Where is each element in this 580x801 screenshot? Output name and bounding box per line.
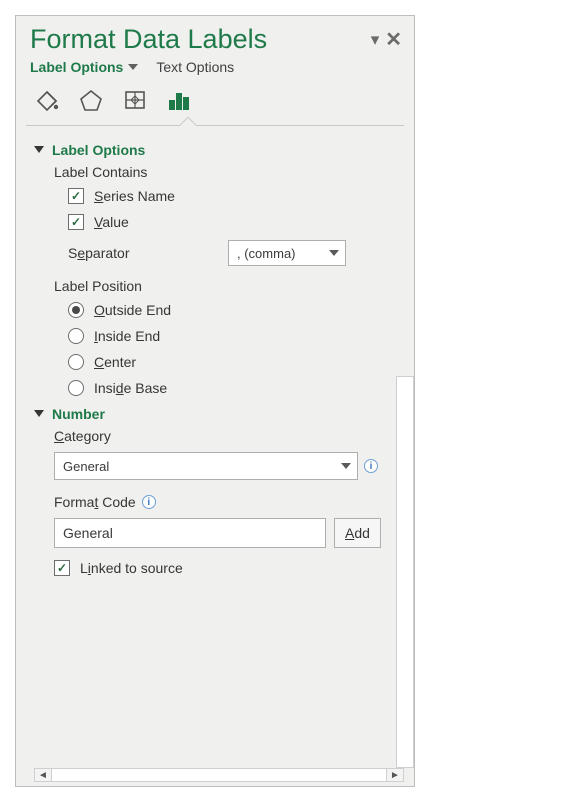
size-properties-icon[interactable] — [118, 85, 152, 115]
tab-label-options[interactable]: Label Options — [30, 59, 138, 75]
radio-inside-base[interactable]: Inside Base — [68, 380, 392, 396]
section-label-options-title: Label Options — [52, 142, 145, 158]
fill-line-icon[interactable] — [30, 85, 64, 115]
checkbox-series-name-label: Series Name — [94, 188, 175, 204]
chevron-down-icon — [329, 250, 339, 256]
task-pane-options-icon[interactable]: ▾ — [371, 31, 380, 48]
collapse-icon — [34, 146, 44, 153]
section-number-title: Number — [52, 406, 105, 422]
separator-value: , (comma) — [237, 246, 296, 261]
separator-dropdown[interactable]: , (comma) — [228, 240, 346, 266]
radio-center[interactable]: Center — [68, 354, 392, 370]
content-area: Label Options Label Contains Series Name… — [16, 126, 396, 768]
format-data-labels-panel: Format Data Labels ▾ ✕ Label Options Tex… — [15, 15, 415, 787]
label-contains-heading: Label Contains — [54, 164, 392, 180]
category-dropdown[interactable]: General — [54, 452, 358, 480]
checkbox-value[interactable]: Value — [68, 214, 392, 230]
checkbox-icon — [54, 560, 70, 576]
format-code-input[interactable] — [54, 518, 326, 548]
info-icon[interactable]: i — [364, 459, 378, 473]
scroll-left-icon[interactable]: ◄ — [34, 768, 52, 782]
radio-icon — [68, 302, 84, 318]
radio-outside-end-label: Outside End — [94, 302, 171, 318]
checkbox-linked-label: Linked to source — [80, 560, 183, 576]
radio-outside-end[interactable]: Outside End — [68, 302, 392, 318]
radio-icon — [68, 328, 84, 344]
label-options-icon[interactable] — [162, 85, 196, 115]
checkbox-linked-to-source[interactable]: Linked to source — [54, 560, 392, 576]
radio-inside-base-label: Inside Base — [94, 380, 167, 396]
scroll-right-icon[interactable]: ► — [386, 768, 404, 782]
checkbox-icon — [68, 188, 84, 204]
checkbox-series-name[interactable]: Series Name — [68, 188, 392, 204]
tab-text-options[interactable]: Text Options — [156, 59, 234, 75]
separator-label: Separator — [68, 245, 218, 261]
info-icon[interactable]: i — [142, 495, 156, 509]
category-label: Category — [54, 428, 392, 444]
radio-center-label: Center — [94, 354, 136, 370]
close-icon[interactable]: ✕ — [385, 30, 402, 50]
section-label-options-header[interactable]: Label Options — [34, 142, 392, 158]
tab-text-options-text: Text Options — [156, 59, 234, 75]
collapse-icon — [34, 410, 44, 417]
checkbox-value-label: Value — [94, 214, 129, 230]
checkbox-icon — [68, 214, 84, 230]
horizontal-scrollbar[interactable]: ◄ ► — [16, 768, 414, 786]
label-position-heading: Label Position — [54, 278, 392, 294]
chevron-down-icon — [341, 463, 351, 469]
section-number-header[interactable]: Number — [34, 406, 392, 422]
tab-row: Label Options Text Options — [16, 57, 414, 83]
tab-label-options-text: Label Options — [30, 59, 123, 75]
category-value: General — [63, 459, 109, 474]
radio-inside-end-label: Inside End — [94, 328, 160, 344]
category-icon-row — [16, 83, 414, 125]
divider — [26, 125, 404, 126]
radio-icon — [68, 380, 84, 396]
radio-inside-end[interactable]: Inside End — [68, 328, 392, 344]
effects-icon[interactable] — [74, 85, 108, 115]
add-button[interactable]: Add — [334, 518, 381, 548]
format-code-label: Format Code i — [54, 494, 392, 510]
panel-title: Format Data Labels — [30, 24, 371, 55]
chevron-down-icon — [128, 64, 138, 70]
radio-icon — [68, 354, 84, 370]
vertical-scrollbar[interactable] — [396, 126, 414, 768]
titlebar: Format Data Labels ▾ ✕ — [16, 16, 414, 57]
